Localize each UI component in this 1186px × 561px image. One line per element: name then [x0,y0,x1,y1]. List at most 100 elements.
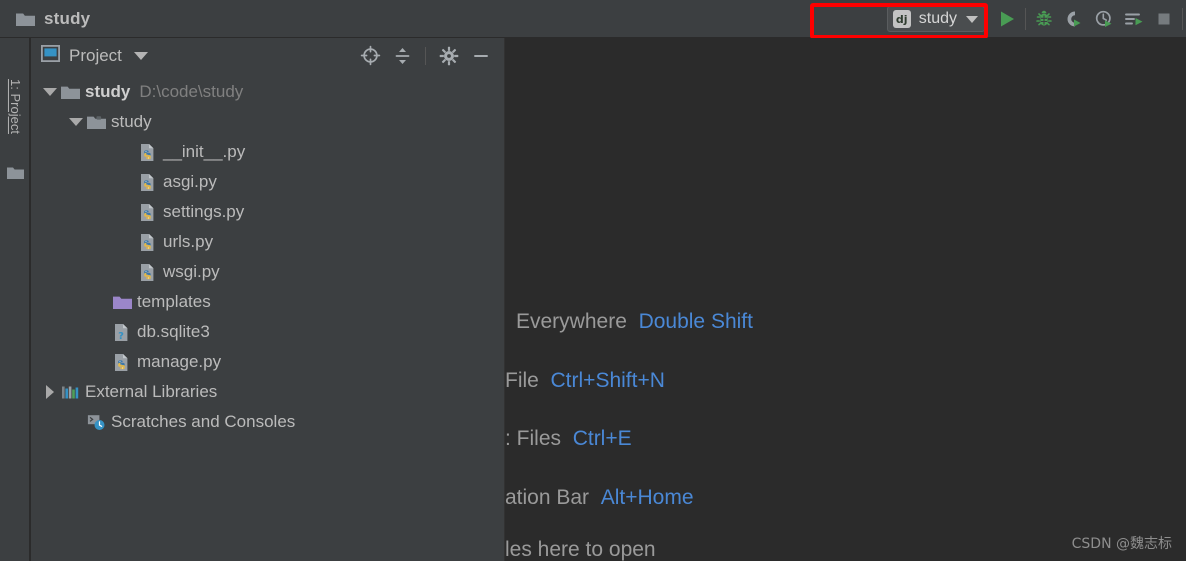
toolbar-divider-right [1182,8,1183,30]
title-bar: study dj study [0,0,1186,38]
python-file-icon [137,233,159,252]
folder-root-icon [60,85,80,100]
project-tool-window: Project study D:\code\study study __init… [31,38,504,561]
coverage-icon [1067,11,1080,26]
python-file-icon [137,203,159,222]
panel-action-buttons [355,41,496,71]
django-icon: dj [892,10,911,28]
tree-item-label: asgi.py [163,172,217,191]
chevron-right-icon[interactable] [41,385,59,399]
tree-row[interactable]: Scratches and Consoles [31,407,504,437]
libraries-icon [59,384,81,401]
folder-templates-icon [111,295,133,310]
svg-text:?: ? [118,331,124,342]
folder-icon [16,11,35,27]
settings-button[interactable] [434,41,464,71]
hide-panel-button[interactable] [466,41,496,71]
editor-hint: les here to open [505,538,656,561]
page-title: study [44,8,91,28]
collapse-all-icon [395,47,409,64]
scratches-icon [85,414,107,431]
python-file-icon [139,233,157,252]
folder-root-icon [59,85,81,100]
profile-button[interactable] [1089,4,1119,34]
python-file-icon [139,263,157,282]
crosshair-icon [360,45,380,66]
scratches-icon [87,414,106,431]
sidebar-item-label: 1: Project [7,78,23,134]
editor-hint-text: Everywhere [516,310,627,333]
editor-hint: File Ctrl+Shift+N [505,369,665,393]
python-file-icon [139,143,157,162]
bug-icon [1036,10,1052,26]
folder-package-icon [85,115,107,130]
clock-icon [1095,10,1111,27]
tree-item-label: settings.py [163,202,245,221]
project-panel-header: Project [31,38,504,73]
ide-window: study dj study 1: Project Project study … [0,0,1186,561]
python-file-icon [139,203,157,222]
tree-row[interactable]: asgi.py [31,167,504,197]
chevron-down-icon[interactable] [133,51,148,60]
folder-package-icon [86,115,106,130]
collapse-all-button[interactable] [387,41,417,71]
minimize-icon [474,54,488,57]
tree-row[interactable]: urls.py [31,227,504,257]
tree-item-path: D:\code\study [139,82,244,101]
tree-row[interactable]: study [31,107,504,137]
debug-button[interactable] [1029,4,1059,34]
tree-item-label: study [111,112,152,131]
tree-item-label: study [85,82,131,101]
sqlite-file-icon: ? [111,323,133,342]
run-configuration-label: study [918,10,957,27]
select-opened-file-button[interactable] [355,41,385,71]
run-console-icon [1125,13,1143,25]
main-toolbar: dj study [886,0,1186,38]
tree-item-label: wsgi.py [163,262,220,281]
tree-row[interactable]: templates [31,287,504,317]
run-configuration-selector[interactable]: dj study [886,6,985,32]
sqlite-file-icon: ? [113,323,131,342]
tree-item-label: urls.py [163,232,214,251]
chevron-down-icon[interactable] [67,118,85,126]
run-button[interactable] [992,4,1022,34]
left-tool-strip: 1: Project [0,38,30,561]
tree-row[interactable]: manage.py [31,347,504,377]
tree-row[interactable]: __init__.py [31,137,504,167]
run-with-coverage-button[interactable] [1059,4,1089,34]
toolbar-divider [1025,8,1026,30]
python-file-icon [139,173,157,192]
editor-hint: Everywhere Double Shift [516,310,753,334]
chevron-down-icon[interactable] [41,88,59,96]
python-file-icon [137,263,159,282]
tree-item-label: External Libraries [85,382,218,401]
editor-hint-shortcut: Ctrl+E [572,427,632,450]
python-file-icon [137,143,159,162]
editor-hint-shortcut: Alt+Home [600,486,694,509]
watermark: CSDN @魏志标 [1071,536,1172,552]
tree-row[interactable]: wsgi.py [31,257,504,287]
tree-item-label: templates [137,292,211,311]
gear-icon [439,46,459,65]
folder-icon[interactable] [7,166,24,185]
tree-row[interactable]: settings.py [31,197,504,227]
chevron-down-icon [966,15,978,23]
stop-button[interactable] [1149,4,1179,34]
editor-hint-text: les here to open [505,538,656,561]
tree-row[interactable]: ? db.sqlite3 [31,317,504,347]
libraries-icon [61,384,80,401]
play-icon [1001,11,1014,27]
run-with-console-button[interactable] [1119,4,1149,34]
editor-hint-text: File [505,369,539,392]
editor-hint-shortcut: Double Shift [638,310,753,333]
tree-item-label: Scratches and Consoles [111,412,296,431]
tree-item-label: manage.py [137,352,222,371]
tree-item-label: __init__.py [163,142,246,161]
panel-action-divider [425,46,426,65]
editor-hint: : Files Ctrl+E [505,427,632,451]
project-tree: study D:\code\study study __init__.py asgi.p… [31,73,504,437]
sidebar-item-project[interactable]: 1: Project [0,46,30,166]
tree-row[interactable]: External Libraries [31,377,504,407]
editor-hint-text: : Files [505,427,562,450]
tree-row[interactable]: study D:\code\study [31,77,504,107]
